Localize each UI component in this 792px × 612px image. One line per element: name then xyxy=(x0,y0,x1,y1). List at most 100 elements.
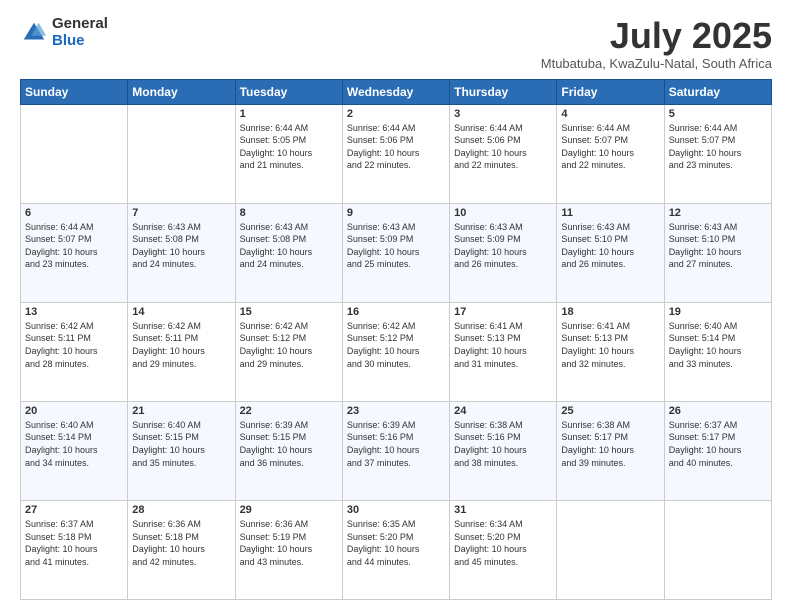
calendar-cell xyxy=(557,500,664,599)
weekday-header-friday: Friday xyxy=(557,79,664,104)
day-number: 14 xyxy=(132,306,230,318)
day-info: Sunrise: 6:42 AM Sunset: 5:12 PM Dayligh… xyxy=(347,320,445,370)
day-number: 27 xyxy=(25,504,123,516)
calendar-cell: 2 Sunrise: 6:44 AM Sunset: 5:06 PM Daylig… xyxy=(342,104,449,203)
calendar-cell: 27 Sunrise: 6:37 AM Sunset: 5:18 PM Dayli… xyxy=(21,500,128,599)
calendar-cell: 25 Sunrise: 6:38 AM Sunset: 5:17 PM Dayli… xyxy=(557,401,664,500)
day-info: Sunrise: 6:44 AM Sunset: 5:07 PM Dayligh… xyxy=(561,122,659,172)
calendar-cell: 3 Sunrise: 6:44 AM Sunset: 5:06 PM Daylig… xyxy=(450,104,557,203)
calendar-cell xyxy=(128,104,235,203)
page: General Blue July 2025 Mtubatuba, KwaZul… xyxy=(0,0,792,612)
month-title: July 2025 xyxy=(541,16,772,56)
calendar-cell: 16 Sunrise: 6:42 AM Sunset: 5:12 PM Dayli… xyxy=(342,302,449,401)
calendar-cell: 1 Sunrise: 6:44 AM Sunset: 5:05 PM Daylig… xyxy=(235,104,342,203)
day-number: 4 xyxy=(561,108,659,120)
calendar-cell: 17Sunrise: 6:41 AM Sunset: 5:13 PM Dayli… xyxy=(450,302,557,401)
day-info: Sunrise: 6:43 AM Sunset: 5:10 PM Dayligh… xyxy=(561,221,659,271)
day-info: Sunrise: 6:43 AM Sunset: 5:09 PM Dayligh… xyxy=(454,221,552,271)
day-number: 30 xyxy=(347,504,445,516)
calendar-cell: 31 Sunrise: 6:34 AM Sunset: 5:20 PM Dayli… xyxy=(450,500,557,599)
calendar-cell: 26Sunrise: 6:37 AM Sunset: 5:17 PM Dayli… xyxy=(664,401,771,500)
calendar-week-1: 1 Sunrise: 6:44 AM Sunset: 5:05 PM Daylig… xyxy=(21,104,772,203)
day-number: 18 xyxy=(561,306,659,318)
day-number: 29 xyxy=(240,504,338,516)
day-number: 1 xyxy=(240,108,338,120)
day-info: Sunrise: 6:42 AM Sunset: 5:11 PM Dayligh… xyxy=(25,320,123,370)
logo-text: General Blue xyxy=(52,16,108,49)
logo-icon xyxy=(20,19,48,47)
calendar-cell: 4 Sunrise: 6:44 AM Sunset: 5:07 PM Daylig… xyxy=(557,104,664,203)
calendar-week-2: 6Sunrise: 6:44 AM Sunset: 5:07 PM Daylig… xyxy=(21,203,772,302)
day-number: 5 xyxy=(669,108,767,120)
calendar-cell: 9 Sunrise: 6:43 AM Sunset: 5:09 PM Daylig… xyxy=(342,203,449,302)
calendar-cell: 13 Sunrise: 6:42 AM Sunset: 5:11 PM Dayli… xyxy=(21,302,128,401)
day-info: Sunrise: 6:42 AM Sunset: 5:12 PM Dayligh… xyxy=(240,320,338,370)
day-number: 28 xyxy=(132,504,230,516)
calendar-week-4: 20 Sunrise: 6:40 AM Sunset: 5:14 PM Dayli… xyxy=(21,401,772,500)
calendar-cell: 14 Sunrise: 6:42 AM Sunset: 5:11 PM Dayli… xyxy=(128,302,235,401)
day-info: Sunrise: 6:40 AM Sunset: 5:15 PM Dayligh… xyxy=(132,419,230,469)
day-info: Sunrise: 6:44 AM Sunset: 5:07 PM Dayligh… xyxy=(669,122,767,172)
calendar-cell: 11 Sunrise: 6:43 AM Sunset: 5:10 PM Dayli… xyxy=(557,203,664,302)
calendar-cell: 15 Sunrise: 6:42 AM Sunset: 5:12 PM Dayli… xyxy=(235,302,342,401)
calendar-cell: 20 Sunrise: 6:40 AM Sunset: 5:14 PM Dayli… xyxy=(21,401,128,500)
day-info: Sunrise: 6:43 AM Sunset: 5:09 PM Dayligh… xyxy=(347,221,445,271)
day-info: Sunrise: 6:38 AM Sunset: 5:16 PM Dayligh… xyxy=(454,419,552,469)
weekday-header-tuesday: Tuesday xyxy=(235,79,342,104)
day-number: 7 xyxy=(132,207,230,219)
logo-blue: Blue xyxy=(52,32,85,49)
calendar-week-3: 13 Sunrise: 6:42 AM Sunset: 5:11 PM Dayli… xyxy=(21,302,772,401)
day-info: Sunrise: 6:44 AM Sunset: 5:06 PM Dayligh… xyxy=(454,122,552,172)
day-number: 13 xyxy=(25,306,123,318)
weekday-header-sunday: Sunday xyxy=(21,79,128,104)
calendar-cell: 28Sunrise: 6:36 AM Sunset: 5:18 PM Dayli… xyxy=(128,500,235,599)
calendar-cell: 23 Sunrise: 6:39 AM Sunset: 5:16 PM Dayli… xyxy=(342,401,449,500)
day-number: 8 xyxy=(240,207,338,219)
calendar-cell: 8 Sunrise: 6:43 AM Sunset: 5:08 PM Daylig… xyxy=(235,203,342,302)
calendar-cell: 19Sunrise: 6:40 AM Sunset: 5:14 PM Dayli… xyxy=(664,302,771,401)
day-info: Sunrise: 6:40 AM Sunset: 5:14 PM Dayligh… xyxy=(25,419,123,469)
day-number: 20 xyxy=(25,405,123,417)
calendar-cell xyxy=(21,104,128,203)
day-info: Sunrise: 6:42 AM Sunset: 5:11 PM Dayligh… xyxy=(132,320,230,370)
day-number: 24 xyxy=(454,405,552,417)
day-number: 31 xyxy=(454,504,552,516)
day-number: 6 xyxy=(25,207,123,219)
day-number: 2 xyxy=(347,108,445,120)
day-number: 12 xyxy=(669,207,767,219)
calendar-cell: 12 Sunrise: 6:43 AM Sunset: 5:10 PM Dayli… xyxy=(664,203,771,302)
day-number: 3 xyxy=(454,108,552,120)
day-number: 10 xyxy=(454,207,552,219)
day-info: Sunrise: 6:44 AM Sunset: 5:05 PM Dayligh… xyxy=(240,122,338,172)
weekday-header-row: SundayMondayTuesdayWednesdayThursdayFrid… xyxy=(21,79,772,104)
weekday-header-saturday: Saturday xyxy=(664,79,771,104)
day-number: 25 xyxy=(561,405,659,417)
day-number: 16 xyxy=(347,306,445,318)
day-info: Sunrise: 6:41 AM Sunset: 5:13 PM Dayligh… xyxy=(561,320,659,370)
weekday-header-thursday: Thursday xyxy=(450,79,557,104)
logo-general: General xyxy=(52,15,108,32)
calendar-cell: 6Sunrise: 6:44 AM Sunset: 5:07 PM Daylig… xyxy=(21,203,128,302)
day-info: Sunrise: 6:44 AM Sunset: 5:06 PM Dayligh… xyxy=(347,122,445,172)
day-number: 19 xyxy=(669,306,767,318)
subtitle: Mtubatuba, KwaZulu-Natal, South Africa xyxy=(541,56,772,71)
day-info: Sunrise: 6:43 AM Sunset: 5:10 PM Dayligh… xyxy=(669,221,767,271)
day-info: Sunrise: 6:37 AM Sunset: 5:18 PM Dayligh… xyxy=(25,518,123,568)
day-info: Sunrise: 6:34 AM Sunset: 5:20 PM Dayligh… xyxy=(454,518,552,568)
calendar-week-5: 27 Sunrise: 6:37 AM Sunset: 5:18 PM Dayli… xyxy=(21,500,772,599)
day-number: 9 xyxy=(347,207,445,219)
day-info: Sunrise: 6:39 AM Sunset: 5:16 PM Dayligh… xyxy=(347,419,445,469)
day-number: 11 xyxy=(561,207,659,219)
day-number: 15 xyxy=(240,306,338,318)
day-info: Sunrise: 6:38 AM Sunset: 5:17 PM Dayligh… xyxy=(561,419,659,469)
calendar-cell: 24 Sunrise: 6:38 AM Sunset: 5:16 PM Dayli… xyxy=(450,401,557,500)
day-number: 23 xyxy=(347,405,445,417)
calendar-cell: 5 Sunrise: 6:44 AM Sunset: 5:07 PM Daylig… xyxy=(664,104,771,203)
header: General Blue July 2025 Mtubatuba, KwaZul… xyxy=(20,16,772,71)
day-info: Sunrise: 6:36 AM Sunset: 5:19 PM Dayligh… xyxy=(240,518,338,568)
calendar-table: SundayMondayTuesdayWednesdayThursdayFrid… xyxy=(20,79,772,600)
weekday-header-monday: Monday xyxy=(128,79,235,104)
day-number: 26 xyxy=(669,405,767,417)
day-number: 22 xyxy=(240,405,338,417)
day-info: Sunrise: 6:43 AM Sunset: 5:08 PM Dayligh… xyxy=(240,221,338,271)
